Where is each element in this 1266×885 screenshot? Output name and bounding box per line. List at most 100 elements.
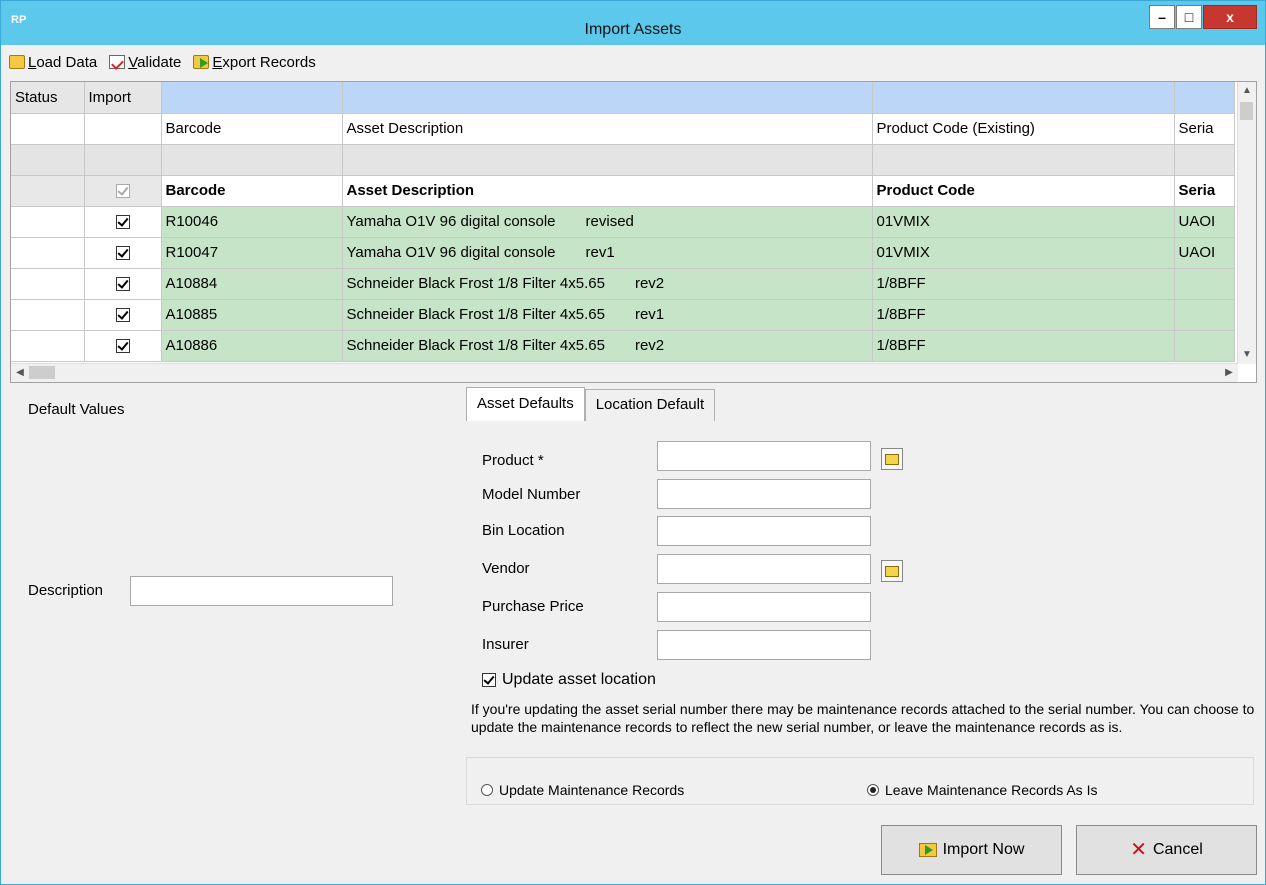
update-maintenance-label: Update Maintenance Records bbox=[499, 782, 685, 798]
vendor-lookup-icon[interactable] bbox=[881, 560, 903, 582]
import-now-label: Import Now bbox=[942, 841, 1025, 858]
scroll-down-icon[interactable]: ▼ bbox=[1238, 346, 1256, 364]
description-cell[interactable]: Schneider Black Frost 1/8 Filter 4x5.65 r… bbox=[342, 268, 873, 300]
bin-location-input[interactable] bbox=[657, 516, 871, 546]
barcode-cell[interactable]: A10885 bbox=[161, 299, 343, 331]
maximize-button[interactable]: □ bbox=[1176, 5, 1202, 29]
import-cell[interactable] bbox=[84, 268, 162, 300]
validate-button[interactable]: Validate bbox=[109, 54, 181, 71]
table-row[interactable]: A10885 Schneider Black Frost 1/8 Filter 4… bbox=[11, 299, 1235, 331]
scroll-right-icon[interactable]: ▶ bbox=[1220, 364, 1238, 382]
load-data-icon bbox=[9, 55, 25, 69]
barcode-cell[interactable]: R10047 bbox=[161, 237, 343, 269]
import-assets-window: RP Import Assets – □ x Load Data Validat… bbox=[0, 0, 1266, 885]
maintenance-note: If you're updating the asset serial numb… bbox=[471, 701, 1255, 735]
serial-cell[interactable] bbox=[1174, 330, 1235, 362]
update-maintenance-radio[interactable] bbox=[481, 784, 493, 796]
column-header[interactable] bbox=[1174, 82, 1235, 114]
product-code-cell[interactable]: 01VMIX bbox=[872, 206, 1175, 238]
import-cell[interactable] bbox=[84, 299, 162, 331]
insurer-label: Insurer bbox=[482, 636, 529, 653]
status-header[interactable]: Status bbox=[11, 82, 85, 114]
product-code-cell[interactable]: 1/8BFF bbox=[872, 268, 1175, 300]
minimize-button[interactable]: – bbox=[1149, 5, 1175, 29]
table-row[interactable]: R10046 Yamaha O1V 96 digital console revis… bbox=[11, 206, 1235, 238]
product-code-cell[interactable]: 1/8BFF bbox=[872, 299, 1175, 331]
import-grid[interactable]: Status Import Barcode Asset Description … bbox=[10, 81, 1257, 383]
tab-asset-defaults[interactable]: Asset Defaults bbox=[466, 387, 585, 421]
hscroll-thumb[interactable] bbox=[29, 366, 55, 379]
purchase-price-input[interactable] bbox=[657, 592, 871, 622]
import-checkbox[interactable] bbox=[115, 308, 130, 323]
barcode-cell[interactable]: A10884 bbox=[161, 268, 343, 300]
cancel-button[interactable]: ✕ Cancel bbox=[1076, 825, 1257, 875]
import-checkbox[interactable] bbox=[115, 246, 130, 261]
field-row: Barcode Asset Description Product Code S… bbox=[11, 175, 1235, 207]
serial-cell[interactable] bbox=[1174, 268, 1235, 300]
import-checkbox[interactable] bbox=[115, 339, 130, 354]
update-location-checkbox[interactable] bbox=[482, 673, 496, 687]
leave-maintenance-label: Leave Maintenance Records As Is bbox=[885, 782, 1098, 798]
barcode-cell[interactable]: A10886 bbox=[161, 330, 343, 362]
serial-cell[interactable]: UAOI bbox=[1174, 206, 1235, 238]
import-now-button[interactable]: Import Now bbox=[881, 825, 1062, 875]
leave-maintenance-option[interactable]: Leave Maintenance Records As Is bbox=[867, 782, 1097, 798]
window-title: Import Assets bbox=[584, 21, 682, 38]
import-cell[interactable] bbox=[84, 330, 162, 362]
serial-cell[interactable]: UAOI bbox=[1174, 237, 1235, 269]
mapping-cell[interactable]: Seria bbox=[1174, 113, 1235, 145]
description-cell[interactable]: Yamaha O1V 96 digital console revised bbox=[342, 206, 873, 238]
description-cell[interactable]: Schneider Black Frost 1/8 Filter 4x5.65 r… bbox=[342, 330, 873, 362]
product-code-cell[interactable]: 01VMIX bbox=[872, 237, 1175, 269]
scroll-left-icon[interactable]: ◀ bbox=[11, 364, 29, 382]
status-cell[interactable] bbox=[11, 237, 85, 269]
column-header[interactable] bbox=[872, 82, 1175, 114]
close-button[interactable]: x bbox=[1203, 5, 1257, 29]
leave-maintenance-radio[interactable] bbox=[867, 784, 879, 796]
table-row[interactable]: R10047 Yamaha O1V 96 digital console rev1 0… bbox=[11, 237, 1235, 269]
barcode-cell[interactable]: R10046 bbox=[161, 206, 343, 238]
import-checkbox[interactable] bbox=[115, 277, 130, 292]
bin-location-label: Bin Location bbox=[482, 522, 565, 539]
scroll-up-icon[interactable]: ▲ bbox=[1238, 82, 1256, 100]
update-location-option[interactable]: Update asset location bbox=[482, 671, 656, 689]
mapping-cell[interactable]: Product Code (Existing) bbox=[872, 113, 1175, 145]
mapping-cell[interactable]: Asset Description bbox=[342, 113, 873, 145]
revision-text: rev1 bbox=[634, 306, 665, 323]
product-lookup-icon[interactable] bbox=[881, 448, 903, 470]
mapping-cell[interactable]: Barcode bbox=[161, 113, 343, 145]
import-cell[interactable] bbox=[84, 206, 162, 238]
vendor-input[interactable] bbox=[657, 554, 871, 584]
column-header[interactable] bbox=[161, 82, 343, 114]
status-cell[interactable] bbox=[11, 299, 85, 331]
vertical-scrollbar[interactable]: ▲ ▼ bbox=[1237, 82, 1256, 364]
description-input[interactable] bbox=[130, 576, 393, 606]
update-maintenance-option[interactable]: Update Maintenance Records bbox=[481, 782, 684, 798]
load-data-button[interactable]: Load Data bbox=[9, 54, 97, 71]
description-cell[interactable]: Schneider Black Frost 1/8 Filter 4x5.65 r… bbox=[342, 299, 873, 331]
import-cell[interactable] bbox=[84, 237, 162, 269]
serial-cell[interactable] bbox=[1174, 299, 1235, 331]
description-cell[interactable]: Yamaha O1V 96 digital console rev1 bbox=[342, 237, 873, 269]
vendor-label: Vendor bbox=[482, 560, 530, 577]
toolbar: Load Data Validate Export Records bbox=[9, 51, 316, 73]
status-cell[interactable] bbox=[11, 330, 85, 362]
export-records-button[interactable]: Export Records bbox=[193, 53, 316, 71]
column-header[interactable] bbox=[342, 82, 873, 114]
insurer-input[interactable] bbox=[657, 630, 871, 660]
horizontal-scrollbar[interactable]: ◀ ▶ bbox=[11, 363, 1238, 382]
tab-location-default[interactable]: Location Default bbox=[584, 389, 716, 421]
table-row[interactable]: A10884 Schneider Black Frost 1/8 Filter 4… bbox=[11, 268, 1235, 300]
table-row[interactable]: A10886 Schneider Black Frost 1/8 Filter 4… bbox=[11, 330, 1235, 362]
product-input[interactable] bbox=[657, 441, 871, 471]
import-header[interactable]: Import bbox=[84, 82, 162, 114]
status-cell bbox=[11, 113, 85, 145]
export-records-label: Export Records bbox=[212, 53, 316, 71]
import-checkbox[interactable] bbox=[115, 215, 130, 230]
model-number-input[interactable] bbox=[657, 479, 871, 509]
product-code-cell[interactable]: 1/8BFF bbox=[872, 330, 1175, 362]
status-cell bbox=[11, 175, 85, 207]
status-cell[interactable] bbox=[11, 268, 85, 300]
scroll-thumb[interactable] bbox=[1240, 102, 1253, 120]
status-cell[interactable] bbox=[11, 206, 85, 238]
